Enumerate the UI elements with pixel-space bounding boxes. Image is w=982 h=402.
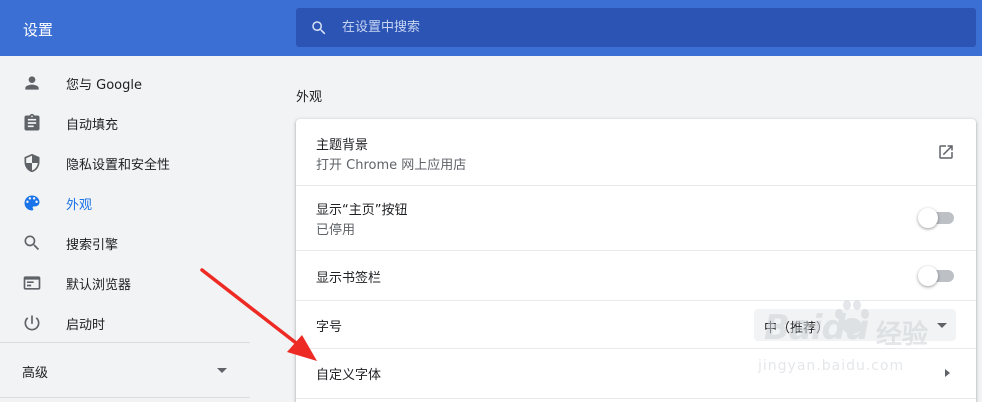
theme-row[interactable]: 主题背景 打开 Chrome 网上应用店 [296, 119, 976, 185]
search-input[interactable] [342, 8, 942, 47]
open-in-new-icon[interactable] [937, 143, 955, 161]
sidebar-item-appearance[interactable]: 外观 [0, 183, 250, 223]
watermark-cn: 经验 [876, 320, 929, 350]
browser-window-icon [23, 276, 41, 290]
top-bar: 设置 [0, 0, 982, 56]
sidebar-item-on-startup[interactable]: 启动时 [0, 303, 250, 343]
home-button-row[interactable]: 显示“主页”按钮 已停用 [296, 185, 976, 250]
power-icon [24, 315, 40, 331]
sidebar-item-privacy[interactable]: 隐私设置和安全性 [0, 143, 250, 183]
toggle-knob [918, 208, 938, 228]
sidebar-item-label: 外观 [66, 197, 93, 213]
search-box[interactable] [296, 8, 976, 47]
bookmarks-bar-label: 显示书签栏 [316, 271, 382, 286]
sidebar-item-autofill[interactable]: 自动填充 [0, 103, 250, 143]
sidebar-item-you-and-google[interactable]: 您与 Google [0, 63, 250, 103]
watermark-url: jingyan.baidu.com [758, 358, 905, 374]
row-divider [296, 398, 976, 402]
sidebar-advanced-toggle[interactable]: 高级 [0, 351, 250, 391]
toggle-knob [918, 266, 938, 286]
app-title: 设置 [23, 21, 54, 39]
font-size-label: 字号 [316, 320, 343, 335]
bookmarks-bar-toggle[interactable] [918, 266, 954, 286]
sidebar-item-label: 隐私设置和安全性 [66, 157, 171, 173]
sidebar-divider [0, 342, 250, 343]
chevron-down-icon [217, 368, 227, 373]
clipboard-icon [24, 113, 40, 131]
advanced-label: 高级 [22, 366, 49, 381]
home-button-label: 显示“主页”按钮 [316, 203, 408, 218]
palette-icon [24, 195, 40, 211]
sidebar-item-label: 启动时 [66, 317, 106, 333]
theme-label: 主题背景 [316, 138, 369, 153]
sidebar-item-label: 搜索引擎 [66, 237, 119, 253]
search-icon [24, 235, 40, 251]
person-icon [25, 76, 39, 90]
sidebar-item-label: 自动填充 [66, 117, 119, 133]
baidu-jingyan-watermark: Baidu 经验 jingyan.baidu.com [752, 290, 952, 390]
custom-fonts-label: 自定义字体 [316, 368, 382, 383]
sidebar-item-label: 默认浏览器 [66, 277, 132, 293]
home-button-sublabel: 已停用 [316, 223, 356, 238]
section-title: 外观 [296, 90, 323, 105]
sidebar-item-search-engine[interactable]: 搜索引擎 [0, 223, 250, 263]
sidebar: 您与 Google 自动填充 隐私设置和安全性 外观 搜索引擎 默认浏览器 启动… [0, 56, 250, 402]
shield-icon [24, 153, 40, 173]
home-button-toggle[interactable] [918, 208, 954, 228]
search-icon [312, 21, 326, 35]
sidebar-item-label: 您与 Google [66, 77, 142, 93]
watermark-brand: Baidu [764, 308, 869, 348]
sidebar-divider-bottom [0, 397, 250, 398]
sidebar-item-default-browser[interactable]: 默认浏览器 [0, 263, 250, 303]
theme-sublabel: 打开 Chrome 网上应用店 [316, 158, 467, 173]
